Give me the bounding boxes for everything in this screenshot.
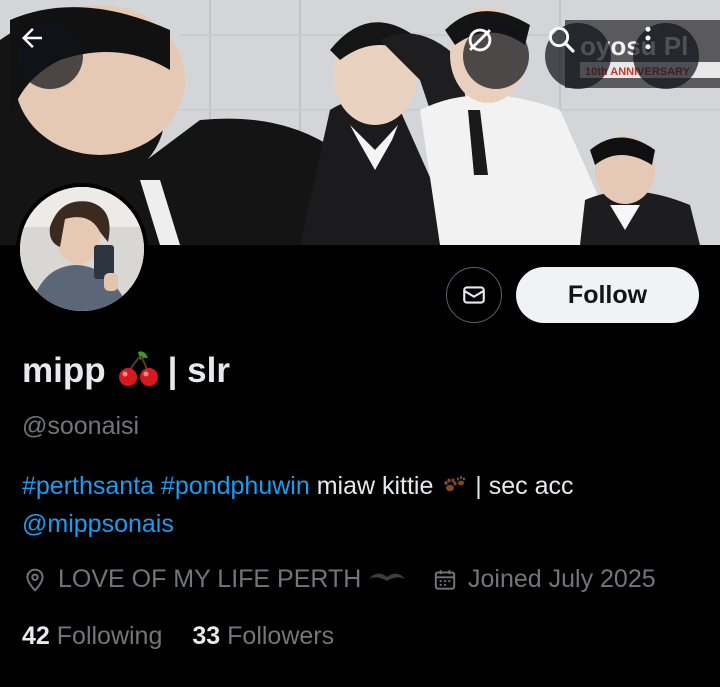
- message-button[interactable]: [446, 267, 502, 323]
- profile-handle: @soonaisi: [22, 412, 140, 440]
- paw-emoji: [440, 472, 475, 500]
- display-name-suffix: | slr: [167, 350, 230, 390]
- location-pin-icon: [26, 568, 44, 592]
- followers-count: 33: [192, 622, 221, 650]
- display-name-row: mipp | slr: [22, 348, 230, 393]
- following-link[interactable]: 42 Following: [22, 622, 162, 651]
- swap-account-button[interactable]: [463, 23, 529, 89]
- mention-link[interactable]: @mippsonais: [22, 510, 174, 538]
- search-button[interactable]: [545, 23, 611, 89]
- envelope-icon: [463, 286, 485, 304]
- profile-location: LOVE OF MY LIFE PERTH: [22, 565, 417, 594]
- avatar-photo: [20, 187, 144, 311]
- follow-button[interactable]: Follow: [516, 267, 699, 323]
- back-button[interactable]: [17, 23, 83, 89]
- followers-link[interactable]: 33 Followers: [192, 622, 334, 651]
- cherry-emoji: [116, 348, 162, 393]
- black-heart-emoji: [367, 565, 417, 594]
- profile-bio: #perthsanta #pondphuwin miaw kittie | se…: [22, 467, 702, 543]
- arrow-left-icon: [22, 28, 42, 48]
- search-icon: [548, 26, 575, 53]
- profile-stats: 42 Following 33 Followers: [22, 622, 364, 651]
- avatar[interactable]: [16, 183, 148, 315]
- bio-text: | sec acc: [475, 472, 574, 500]
- following-count: 42: [22, 622, 50, 650]
- more-vertical-icon: [645, 26, 651, 50]
- more-options-button[interactable]: [633, 23, 699, 89]
- joined-text: Joined July 2025: [468, 565, 656, 593]
- bio-text: miaw kittie: [316, 472, 434, 500]
- profile-joined: Joined July 2025: [432, 565, 656, 594]
- swap-icon: [468, 28, 492, 52]
- calendar-icon: [434, 569, 456, 590]
- hashtag-link[interactable]: #pondphuwin: [161, 472, 310, 500]
- location-text: LOVE OF MY LIFE PERTH: [58, 565, 362, 593]
- hashtag-link[interactable]: #perthsanta: [22, 472, 154, 500]
- followers-label: Followers: [227, 622, 335, 650]
- following-label: Following: [56, 622, 163, 650]
- display-name: mipp: [22, 350, 106, 390]
